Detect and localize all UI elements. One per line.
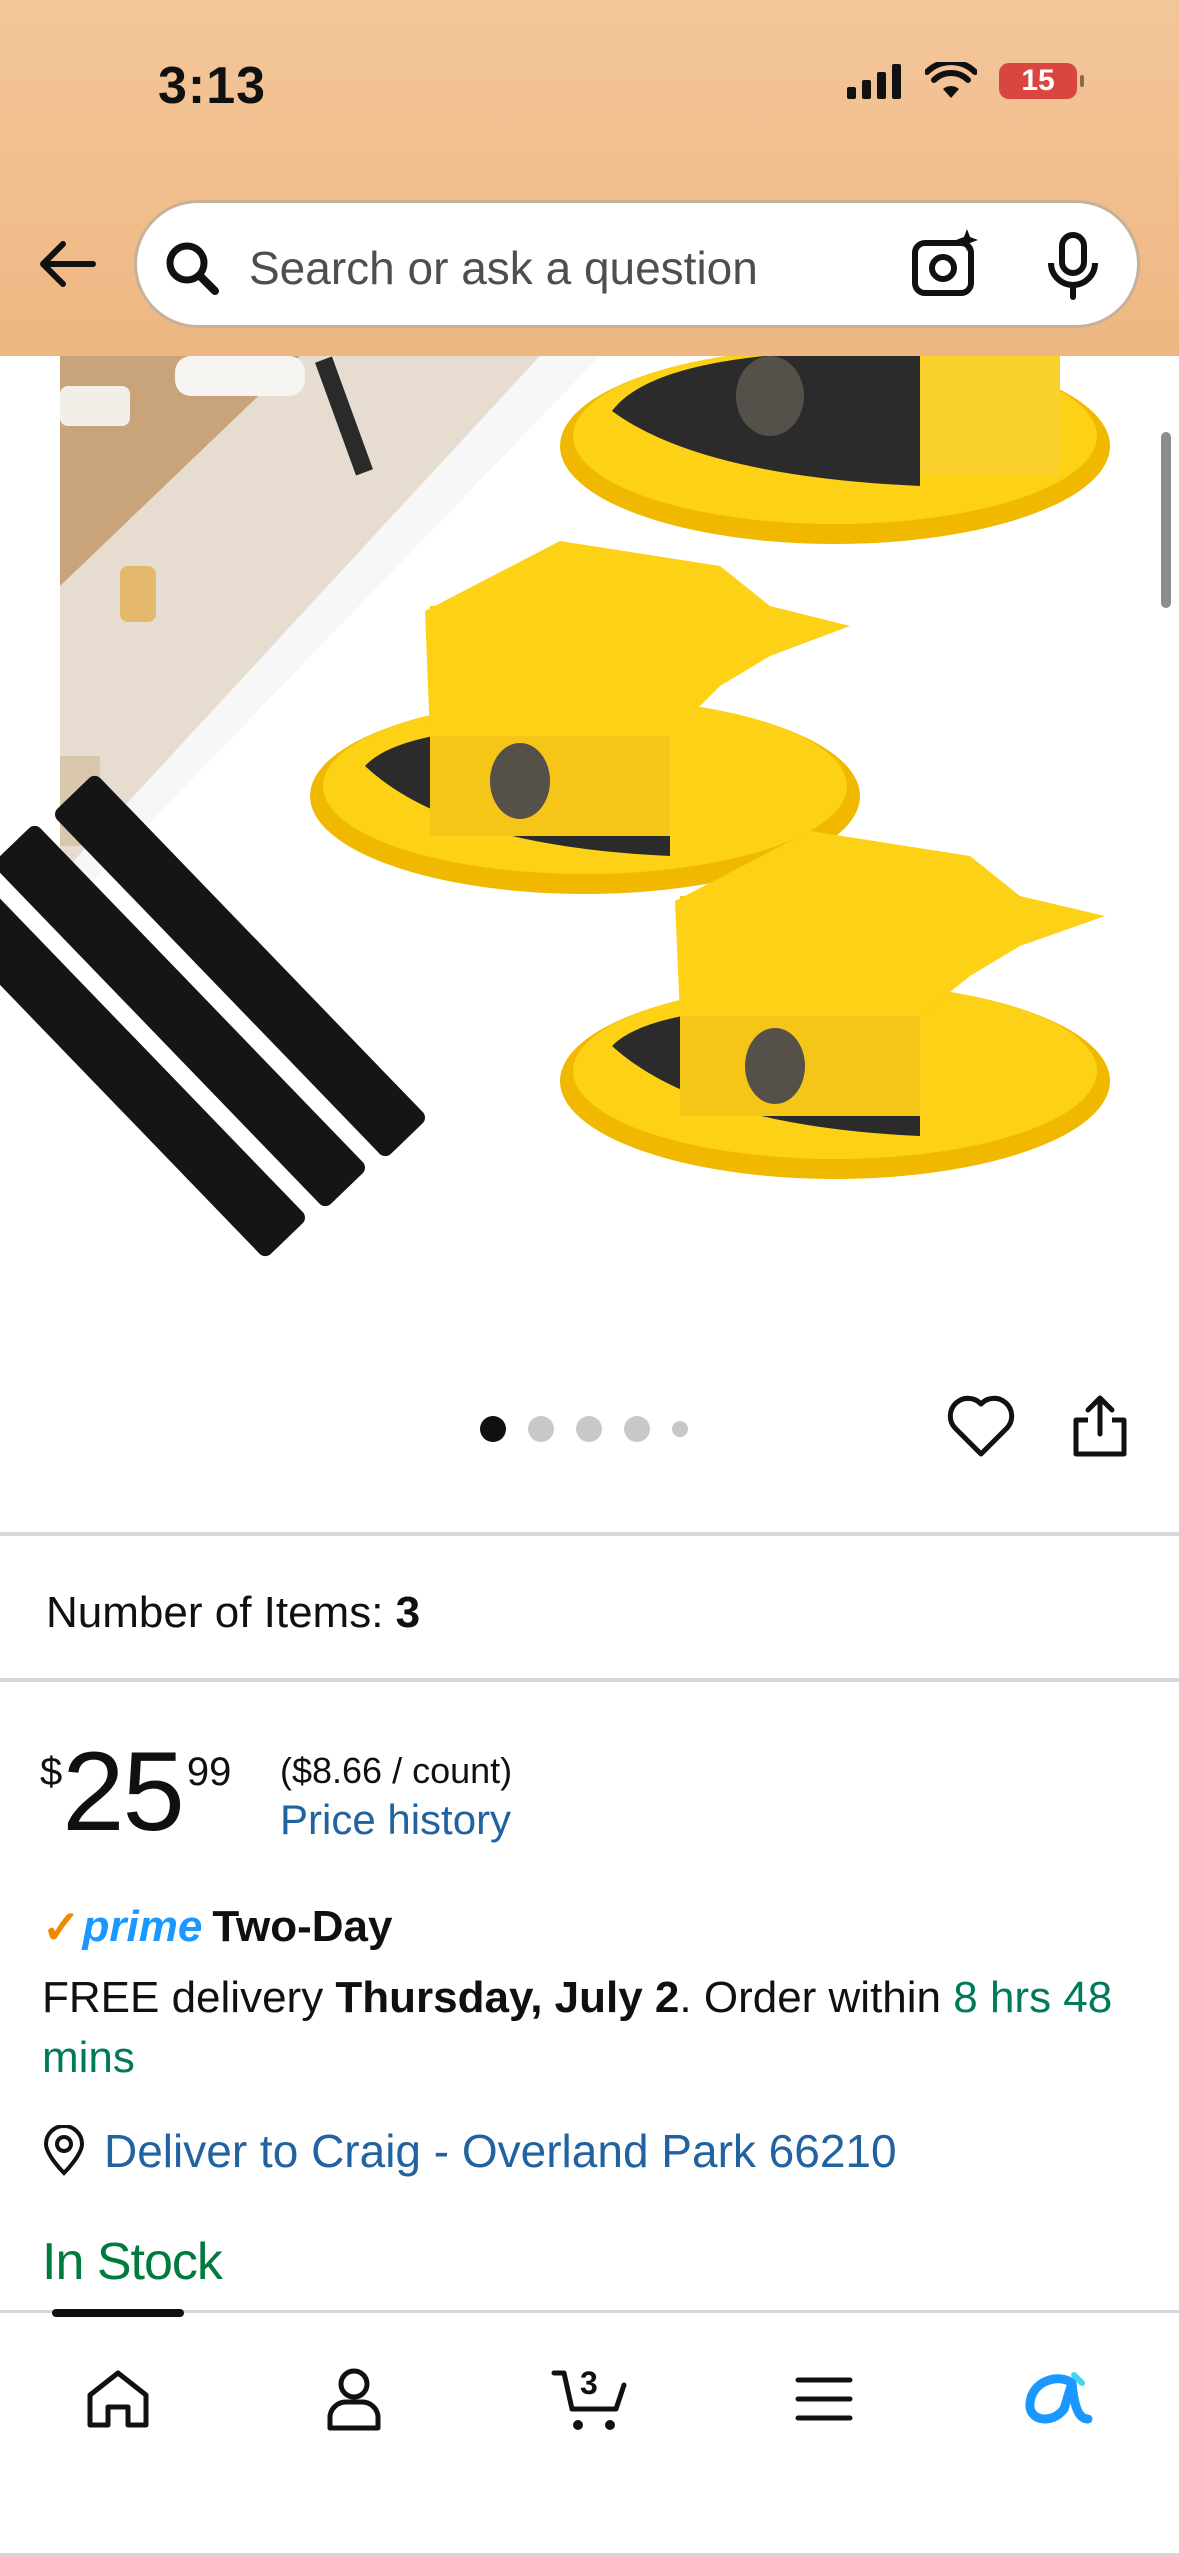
tab-home[interactable]: [68, 2349, 168, 2449]
deliver-to-row[interactable]: Deliver to Craig - Overland Park 66210: [42, 2124, 897, 2178]
prime-speed: Two-Day: [212, 1902, 393, 1951]
deliver-to-link[interactable]: Deliver to Craig - Overland Park 66210: [104, 2124, 897, 2178]
carousel-dot[interactable]: [672, 1421, 688, 1437]
tab-rufus[interactable]: [1008, 2349, 1108, 2449]
search-bar[interactable]: Search or ask a question: [134, 200, 1140, 328]
status-time: 3:13: [158, 57, 267, 115]
product-page: 3:13 15 Search or ask a question Number …: [0, 0, 1179, 2556]
items-label: Number of Items:: [46, 1588, 384, 1637]
active-tab-indicator: [52, 2309, 184, 2317]
price-fraction: 99: [186, 1750, 232, 1794]
product-image[interactable]: [0, 356, 1179, 1416]
price-symbol: $: [40, 1750, 63, 1794]
camera-search-icon[interactable]: [909, 227, 983, 301]
back-arrow-icon: [40, 241, 96, 287]
signal-icon: [847, 64, 901, 99]
microphone-icon[interactable]: [1045, 231, 1101, 301]
battery-indicator: 15: [999, 63, 1084, 99]
delivery-middle: . Order within: [679, 1973, 954, 2022]
status-icons: 15: [847, 62, 1084, 100]
header: 3:13 15 Search or ask a question: [0, 0, 1179, 356]
home-icon: [87, 2370, 149, 2428]
share-button[interactable]: [1070, 1392, 1130, 1465]
prime-logo: prime: [82, 1902, 203, 1951]
carousel-dot[interactable]: [576, 1416, 602, 1442]
delivery-message: FREE delivery Thursday, July 2. Order wi…: [42, 1968, 1142, 2088]
search-input[interactable]: Search or ask a question: [249, 241, 758, 295]
wishlist-button[interactable]: [946, 1392, 1016, 1465]
unit-price: ($8.66 / count): [280, 1750, 513, 1791]
carousel-dot[interactable]: [528, 1416, 554, 1442]
heart-icon: [947, 1395, 1015, 1457]
search-icon: [166, 242, 219, 295]
price: $ 25 99: [40, 1729, 232, 1854]
tab-account[interactable]: [304, 2349, 404, 2449]
divider: [0, 1678, 1179, 1682]
divider: [0, 1532, 1179, 1536]
number-of-items-selector[interactable]: Number of Items: 3: [46, 1588, 420, 1638]
account-icon: [327, 2368, 381, 2431]
scroll-indicator[interactable]: [1161, 432, 1171, 608]
wifi-icon: [925, 62, 977, 98]
carousel-dot[interactable]: [624, 1416, 650, 1442]
stock-status: In Stock: [42, 2233, 223, 2291]
rufus-icon: [1025, 2372, 1093, 2424]
price-whole: 25: [62, 1729, 185, 1854]
tab-menu[interactable]: [774, 2349, 874, 2449]
price-history-link[interactable]: Price history: [280, 1796, 511, 1844]
location-pin-icon: [43, 2125, 85, 2176]
delivery-prefix: FREE delivery: [42, 1973, 336, 2022]
menu-icon: [795, 2377, 853, 2421]
product-photo: [0, 356, 1110, 1257]
tab-cart[interactable]: 3: [540, 2349, 640, 2449]
cart-count: 3: [580, 2365, 598, 2401]
bottom-tab-bar: 3: [0, 2309, 1179, 2556]
prime-check-icon: ✓: [42, 1901, 81, 1953]
prime-badge: ✓ prime Two-Day: [42, 1900, 392, 1954]
carousel-dot[interactable]: [480, 1416, 506, 1442]
back-button[interactable]: [30, 232, 104, 296]
share-icon: [1073, 1395, 1127, 1457]
items-value: 3: [395, 1588, 421, 1637]
delivery-date: Thursday, July 2: [335, 1973, 680, 2022]
carousel-dots: [480, 1416, 688, 1442]
